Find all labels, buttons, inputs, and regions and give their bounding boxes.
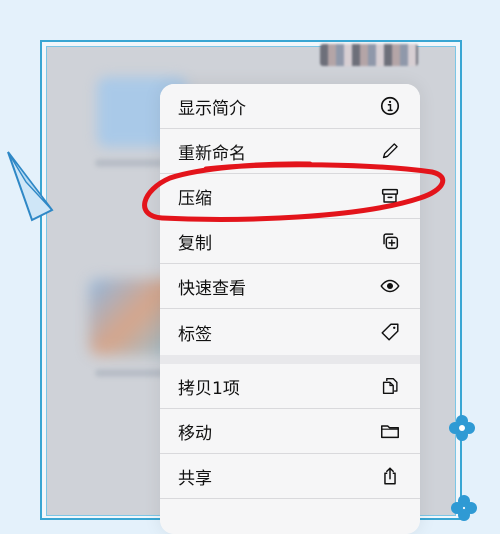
pixelated-redaction — [320, 44, 418, 66]
menu-item-rename[interactable]: 重新命名 — [160, 129, 420, 174]
menu-item-next-partial — [160, 499, 420, 534]
menu-item-label: 重新命名 — [178, 143, 246, 164]
eye-icon — [380, 279, 400, 293]
duplicate-plus-icon — [383, 233, 399, 250]
paper-plane-decoration-icon — [7, 151, 54, 222]
share-icon — [384, 467, 396, 485]
flower-decoration-icon — [449, 415, 475, 441]
menu-item-label: 快速查看 — [178, 278, 246, 299]
copy-documents-icon — [382, 377, 398, 395]
menu-item-quick-look[interactable]: 快速查看 — [160, 264, 420, 309]
context-menu: 显示简介 重新命名 压缩 复制 快速查看 标签 拷贝1项 移动 共享 — [160, 84, 420, 534]
flower-decoration-icon — [451, 495, 477, 521]
menu-item-compress[interactable]: 压缩 — [160, 174, 420, 219]
info-circle-icon — [380, 96, 400, 116]
menu-item-label: 拷贝1项 — [178, 378, 240, 399]
folder-icon — [381, 425, 399, 439]
menu-item-get-info[interactable]: 显示简介 — [160, 84, 420, 129]
menu-item-duplicate[interactable]: 复制 — [160, 219, 420, 264]
archive-box-icon — [381, 188, 399, 203]
pencil-icon — [382, 143, 398, 159]
tag-icon — [381, 323, 399, 341]
menu-item-move[interactable]: 移动 — [160, 409, 420, 454]
menu-item-copy[interactable]: 拷贝1项 — [160, 364, 420, 409]
menu-item-label: 复制 — [178, 233, 212, 254]
menu-item-tags[interactable]: 标签 — [160, 309, 420, 355]
menu-item-label: 移动 — [178, 423, 212, 444]
menu-item-label: 显示简介 — [178, 98, 246, 119]
menu-item-label: 标签 — [178, 324, 212, 345]
menu-item-label: 压缩 — [178, 188, 212, 209]
menu-item-label: 共享 — [178, 468, 212, 489]
menu-item-share[interactable]: 共享 — [160, 454, 420, 499]
blurred-filename — [95, 159, 165, 167]
menu-group-separator — [160, 355, 420, 364]
